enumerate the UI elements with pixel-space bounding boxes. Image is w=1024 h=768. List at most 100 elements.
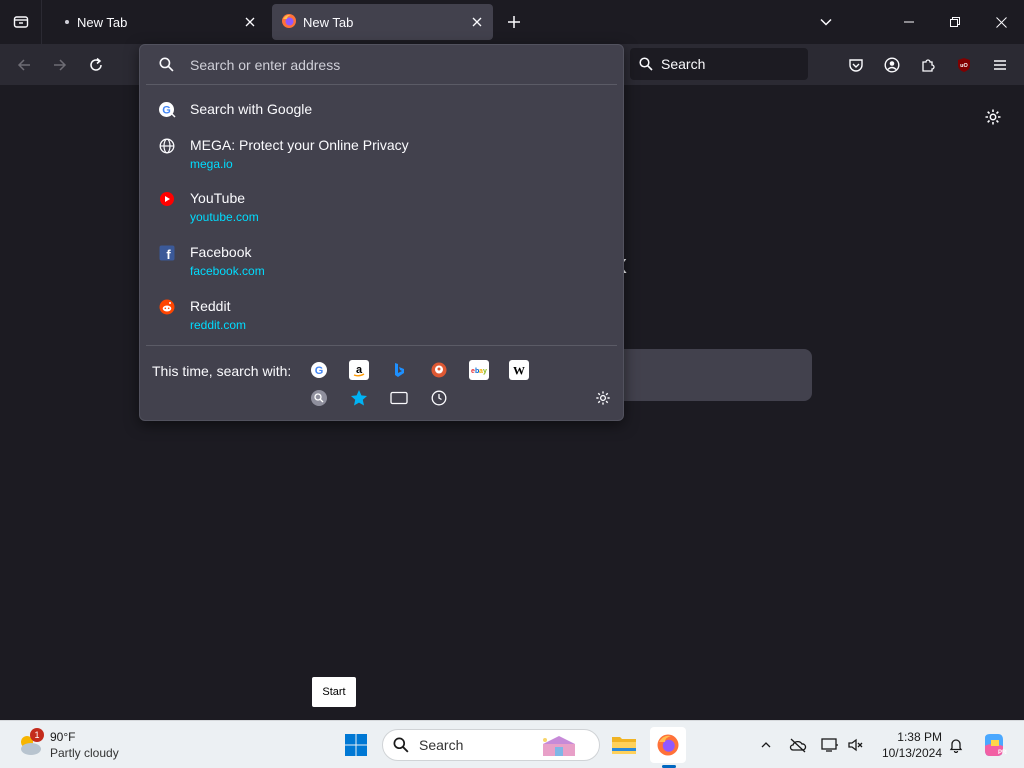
volume-tray-button[interactable] [844, 733, 868, 757]
tab-icon [390, 391, 408, 405]
engine-bing-button[interactable] [389, 360, 409, 380]
weather-widget[interactable]: 1 90°F Partly cloudy [16, 727, 156, 763]
taskbar-clock[interactable]: 1:38 PM 10/13/2024 [870, 729, 942, 761]
forward-button[interactable] [45, 50, 75, 80]
taskbar-search-box[interactable]: Search [382, 729, 600, 761]
urlbar-input-row [146, 45, 617, 85]
minimize-icon [904, 21, 914, 23]
close-icon [995, 16, 1007, 28]
search-settings-button[interactable] [593, 388, 613, 408]
engine-duckduckgo-button[interactable] [429, 360, 449, 380]
restore-button[interactable] [932, 0, 978, 44]
google-icon: G [158, 101, 176, 119]
magnifier-icon [311, 390, 327, 406]
notifications-button[interactable] [944, 733, 968, 757]
arrow-left-icon [17, 59, 30, 71]
chevron-down-icon [820, 18, 832, 26]
extensions-button[interactable] [913, 50, 943, 80]
globe-icon [158, 137, 176, 155]
plus-icon [508, 16, 520, 28]
back-button[interactable] [9, 50, 39, 80]
firefox-icon [657, 734, 679, 756]
list-tabs-dropdown-button[interactable] [812, 8, 840, 36]
cloud-off-icon [789, 738, 807, 753]
svg-text:PRE: PRE [998, 750, 1007, 756]
bing-icon [395, 363, 404, 377]
search-bookmarks-button[interactable] [349, 388, 369, 408]
copilot-icon: PRE [985, 734, 1007, 756]
amazon-icon: a [353, 364, 365, 377]
reload-icon [90, 57, 102, 71]
gear-icon [985, 109, 1001, 125]
divider [146, 345, 617, 346]
puzzle-icon [922, 59, 935, 72]
chevron-up-icon [761, 742, 771, 748]
result-url: facebook.com [190, 264, 265, 278]
newtab-settings-button[interactable] [980, 104, 1006, 130]
start-tooltip: Start [312, 677, 356, 707]
monitor-icon [821, 738, 838, 752]
search-history-button[interactable] [309, 388, 329, 408]
svg-text:G: G [315, 365, 324, 377]
engine-wikipedia-button[interactable]: W [509, 360, 529, 380]
arrow-right-icon [54, 59, 67, 71]
result-title: Reddit [190, 298, 231, 314]
gear-icon [596, 391, 610, 405]
oneoff-search-label: This time, search with: [152, 363, 292, 379]
reload-button[interactable] [81, 50, 111, 80]
network-tray-button[interactable] [818, 733, 842, 757]
firefox-taskbar-button[interactable] [650, 727, 686, 763]
start-button[interactable] [338, 727, 374, 763]
account-icon [884, 57, 900, 73]
list-all-tabs-button[interactable] [0, 0, 42, 44]
engine-ebay-button[interactable]: ebay [469, 360, 489, 380]
svg-text:uO: uO [960, 63, 968, 69]
firefox-icon [281, 13, 297, 32]
close-window-button[interactable] [978, 0, 1024, 44]
urlbar-dropdown: G Search with Google MEGA: Protect your … [139, 44, 624, 421]
tab-close-button[interactable] [465, 10, 489, 34]
app-menu-button[interactable] [985, 50, 1015, 80]
windows-logo-icon [345, 734, 367, 756]
tab-new-tab-1[interactable]: New Tab [52, 4, 266, 40]
engine-amazon-button[interactable]: a [349, 360, 369, 380]
result-url: reddit.com [190, 318, 247, 332]
close-icon [245, 17, 255, 27]
minimize-button[interactable] [886, 0, 932, 44]
toolbar-search-label: Search [661, 56, 706, 72]
toolbar-search-box[interactable]: Search [630, 48, 808, 80]
engine-google-button[interactable]: G [309, 360, 329, 380]
speaker-muted-icon [848, 738, 863, 752]
ebay-icon: ebay [471, 368, 487, 375]
weather-alert-badge: 1 [30, 728, 44, 742]
close-icon [472, 17, 482, 27]
onedrive-tray-button[interactable] [786, 733, 810, 757]
newtab-search-box[interactable] [612, 349, 812, 401]
account-button[interactable] [877, 50, 907, 80]
search-history-clock-button[interactable] [429, 388, 449, 408]
tab-close-button[interactable] [238, 10, 262, 34]
svg-text:G: G [162, 105, 171, 117]
new-tab-button[interactable] [500, 8, 528, 36]
tab-new-tab-2[interactable]: New Tab [272, 4, 493, 40]
google-icon: G [311, 362, 327, 378]
pocket-button[interactable] [841, 50, 871, 80]
hamburger-menu-icon [994, 60, 1006, 70]
address-bar-input[interactable] [190, 56, 590, 73]
tab-loading-dot [65, 20, 69, 24]
show-hidden-icons-button[interactable] [754, 733, 778, 757]
search-tabs-button[interactable] [389, 388, 409, 408]
search-icon [393, 737, 409, 753]
copilot-button[interactable]: PRE [980, 731, 1008, 759]
result-url: mega.io [190, 157, 233, 171]
file-explorer-button[interactable] [606, 727, 642, 763]
weather-condition: Partly cloudy [50, 746, 119, 760]
folder-icon [612, 737, 636, 754]
taskbar-search-label: Search [419, 737, 464, 753]
search-icon [159, 57, 174, 72]
search-highlight-illustration [543, 736, 575, 756]
ublock-origin-button[interactable]: uO [949, 50, 979, 80]
facebook-icon: f [158, 244, 176, 262]
taskbar: 1 90°F Partly cloudy Search 1:38 PM 10/1… [0, 720, 1024, 768]
wikipedia-icon: W [513, 364, 525, 378]
